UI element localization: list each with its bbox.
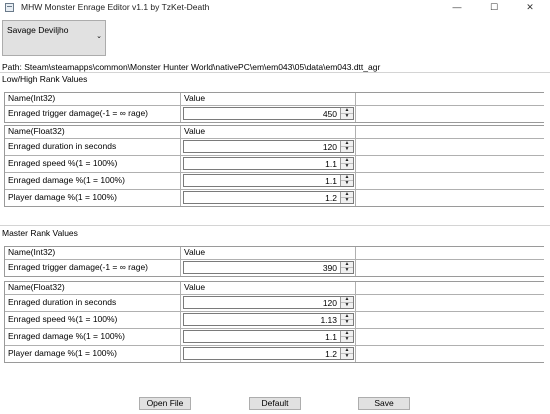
section-low-high [0, 72, 550, 73]
numeric-value: 1.1 [325, 159, 337, 169]
row-label: Player damage %(1 = 100%) [5, 190, 181, 206]
column-header-name: Name(Int32) [5, 93, 181, 105]
numeric-input[interactable]: 1.1 ▲ ▼ [183, 157, 354, 170]
table-row: Enraged speed %(1 = 100%) 1.1 ▲ ▼ [5, 155, 544, 172]
monster-select-value: Savage Deviljho [7, 25, 69, 35]
chevron-down-icon: ⌄ [96, 33, 102, 40]
table-row: Player damage %(1 = 100%) 1.2 ▲ ▼ [5, 189, 544, 206]
default-button[interactable]: Default [249, 397, 301, 410]
numeric-input[interactable]: 390 ▲ ▼ [183, 261, 354, 274]
numeric-value: 390 [322, 263, 337, 273]
grid-header: Name(Int32) Value [5, 246, 544, 259]
app-icon [5, 3, 14, 12]
table-row: Enraged damage %(1 = 100%) 1.1 ▲ ▼ [5, 172, 544, 189]
minimize-button[interactable]: — [437, 0, 477, 14]
spin-down-icon[interactable]: ▼ [341, 354, 353, 359]
row-label: Player damage %(1 = 100%) [5, 346, 181, 362]
spin-down-icon[interactable]: ▼ [341, 147, 353, 152]
low-high-int-grid: Name(Int32) Value Enraged trigger damage… [4, 92, 544, 123]
column-header-name: Name(Float32) [5, 282, 181, 294]
close-button[interactable]: ✕ [510, 0, 550, 14]
grid-header: Name(Float32) Value [5, 281, 544, 294]
column-header-value: Value [181, 282, 356, 294]
table-row: Enraged damage %(1 = 100%) 1.1 ▲ ▼ [5, 328, 544, 345]
numeric-value: 120 [322, 142, 337, 152]
table-row: Enraged duration in seconds 120 ▲ ▼ [5, 138, 544, 155]
grid-header: Name(Int32) Value [5, 92, 544, 105]
low-high-float-grid: Name(Float32) Value Enraged duration in … [4, 125, 544, 207]
table-row: Player damage %(1 = 100%) 1.2 ▲ ▼ [5, 345, 544, 362]
numeric-input[interactable]: 120 ▲ ▼ [183, 140, 354, 153]
spin-down-icon[interactable]: ▼ [341, 198, 353, 203]
spin-down-icon[interactable]: ▼ [341, 337, 353, 342]
row-label: Enraged trigger damage(-1 = ∞ rage) [5, 260, 181, 276]
master-title: Master Rank Values [2, 228, 78, 238]
spin-down-icon[interactable]: ▼ [341, 181, 353, 186]
maximize-button[interactable]: ☐ [474, 0, 514, 14]
master-float-grid: Name(Float32) Value Enraged duration in … [4, 281, 544, 363]
table-row: Enraged trigger damage(-1 = ∞ rage) 450 … [5, 105, 544, 122]
column-header-value: Value [181, 93, 356, 105]
file-path: Path: Steam\steamapps\common\Monster Hun… [2, 62, 381, 72]
row-label: Enraged speed %(1 = 100%) [5, 312, 181, 328]
row-label: Enraged trigger damage(-1 = ∞ rage) [5, 106, 181, 122]
open-file-button[interactable]: Open File [139, 397, 191, 410]
spin-down-icon[interactable]: ▼ [341, 114, 353, 119]
column-header-name: Name(Int32) [5, 247, 181, 259]
column-header-value: Value [181, 247, 356, 259]
numeric-input[interactable]: 1.1 ▲ ▼ [183, 330, 354, 343]
numeric-value: 1.2 [325, 349, 337, 359]
numeric-input[interactable]: 1.1 ▲ ▼ [183, 174, 354, 187]
row-label: Enraged speed %(1 = 100%) [5, 156, 181, 172]
spin-down-icon[interactable]: ▼ [341, 320, 353, 325]
row-label: Enraged damage %(1 = 100%) [5, 329, 181, 345]
numeric-input[interactable]: 120 ▲ ▼ [183, 296, 354, 309]
master-int-grid: Name(Int32) Value Enraged trigger damage… [4, 246, 544, 277]
numeric-input[interactable]: 1.13 ▲ ▼ [183, 313, 354, 326]
grid-header: Name(Float32) Value [5, 125, 544, 138]
numeric-value: 1.1 [325, 332, 337, 342]
low-high-title: Low/High Rank Values [2, 74, 88, 84]
numeric-value: 1.1 [325, 176, 337, 186]
table-row: Enraged trigger damage(-1 = ∞ rage) 390 … [5, 259, 544, 276]
table-row: Enraged speed %(1 = 100%) 1.13 ▲ ▼ [5, 311, 544, 328]
title-bar: MHW Monster Enrage Editor v1.1 by TzKet-… [0, 0, 550, 14]
numeric-input[interactable]: 1.2 ▲ ▼ [183, 191, 354, 204]
row-label: Enraged duration in seconds [5, 139, 181, 155]
monster-select[interactable]: Savage Deviljho ⌄ [2, 20, 106, 56]
column-header-name: Name(Float32) [5, 126, 181, 138]
spin-down-icon[interactable]: ▼ [341, 268, 353, 273]
spin-down-icon[interactable]: ▼ [341, 303, 353, 308]
numeric-value: 1.2 [325, 193, 337, 203]
numeric-value: 450 [322, 109, 337, 119]
numeric-value: 1.13 [320, 315, 337, 325]
column-header-value: Value [181, 126, 356, 138]
window-title: MHW Monster Enrage Editor v1.1 by TzKet-… [21, 2, 210, 12]
row-label: Enraged damage %(1 = 100%) [5, 173, 181, 189]
section-master [0, 225, 550, 226]
numeric-value: 120 [322, 298, 337, 308]
save-button[interactable]: Save [358, 397, 410, 410]
spin-down-icon[interactable]: ▼ [341, 164, 353, 169]
numeric-input[interactable]: 1.2 ▲ ▼ [183, 347, 354, 360]
row-label: Enraged duration in seconds [5, 295, 181, 311]
table-row: Enraged duration in seconds 120 ▲ ▼ [5, 294, 544, 311]
numeric-input[interactable]: 450 ▲ ▼ [183, 107, 354, 120]
